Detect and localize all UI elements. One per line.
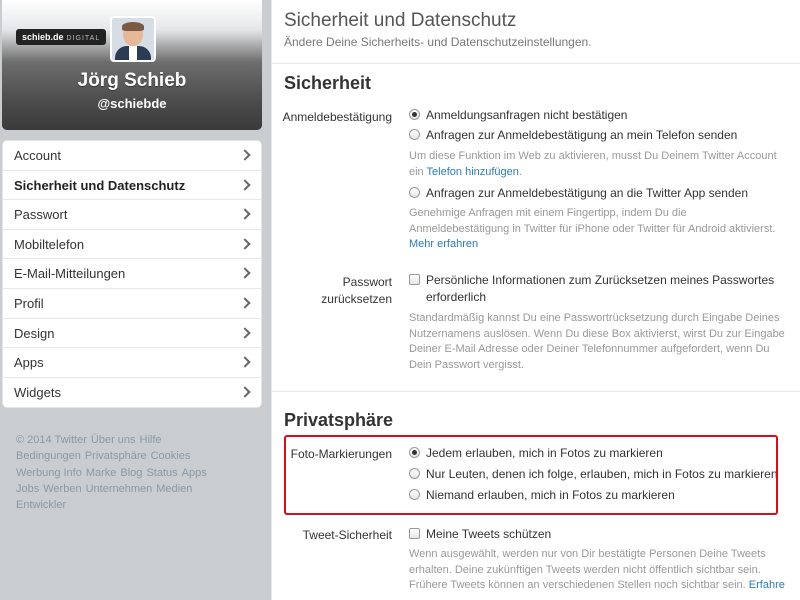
nav-item-widgets[interactable]: Widgets	[3, 378, 261, 408]
footer-link[interactable]: Apps	[182, 467, 207, 479]
profile-handle[interactable]: @schiebde	[2, 96, 262, 111]
settings-nav: Account Sicherheit und Datenschutz Passw…	[2, 140, 262, 409]
nav-item-apps[interactable]: Apps	[3, 348, 261, 378]
profile-name[interactable]: Jörg Schieb	[2, 70, 262, 92]
highlight-box	[284, 435, 778, 515]
profile-card[interactable]: schieb.de DIGITAL Jörg Schieb @schiebde	[2, 0, 262, 130]
footer-link[interactable]: Werbung Info	[16, 467, 82, 479]
section-title-privacy: Privatsphäre	[284, 410, 394, 430]
password-reset-label: Passwort zurücksetzen	[321, 275, 392, 306]
login-option-none[interactable]: Anmeldungsanfragen nicht bestätigen	[409, 107, 627, 124]
login-option-app-help: Genehmige Anfragen mit einem Fingertipp,…	[409, 207, 776, 250]
checkbox-icon[interactable]	[409, 274, 420, 285]
footer-link[interactable]: Hilfe	[140, 434, 162, 446]
chevron-right-icon	[239, 297, 251, 309]
chevron-right-icon	[239, 267, 251, 280]
chevron-right-icon	[239, 386, 251, 398]
footer-link[interactable]: Jobs	[16, 483, 39, 495]
login-option-phone[interactable]: Anfragen zur Anmeldebestätigung an mein …	[409, 127, 737, 144]
login-option-phone-help: Um diese Funktion im Web zu aktivieren, …	[409, 150, 777, 178]
nav-item-security-privacy[interactable]: Sicherheit und Datenschutz	[3, 171, 261, 201]
protect-tweets-option[interactable]: Meine Tweets schützen	[409, 526, 551, 543]
login-option-app[interactable]: Anfragen zur Anmeldebestätigung an die T…	[409, 185, 748, 202]
footer-links: © 2014 Twitter Über uns Hilfe Bedingungen P…	[16, 432, 246, 513]
footer-link[interactable]: Bedingungen	[16, 450, 81, 462]
protect-tweets-help: Wenn ausgewählt, werden nur von Dir best…	[409, 548, 785, 591]
chevron-right-icon	[239, 208, 251, 220]
footer-link[interactable]: © 2014 Twitter	[16, 434, 87, 446]
password-reset-help: Standardmäßig kannst Du eine Passwortrüc…	[409, 312, 785, 371]
add-phone-link[interactable]: Telefon hinzufügen	[427, 166, 519, 178]
footer-link[interactable]: Status	[146, 467, 177, 479]
password-reset-option[interactable]: Persönliche Informationen zum Zurücksetz…	[409, 272, 774, 306]
footer-link[interactable]: Cookies	[151, 450, 191, 462]
section-title-security: Sicherheit	[284, 73, 372, 93]
footer-link[interactable]: Medien	[156, 483, 192, 495]
footer-link[interactable]: Werben	[43, 483, 81, 495]
tweet-privacy-label: Tweet-Sicherheit	[302, 528, 392, 542]
banner-logo: schieb.de DIGITAL	[16, 29, 107, 45]
footer-link[interactable]: Über uns	[91, 434, 136, 446]
chevron-right-icon	[239, 356, 251, 368]
chevron-right-icon	[239, 326, 251, 339]
footer-link[interactable]: Marke	[86, 467, 117, 479]
nav-item-design[interactable]: Design	[3, 319, 261, 349]
footer-link[interactable]: Entwickler	[16, 499, 66, 511]
chevron-right-icon	[239, 238, 251, 250]
chevron-right-icon	[239, 178, 251, 191]
nav-item-account[interactable]: Account	[3, 141, 261, 171]
nav-item-password[interactable]: Passwort	[3, 200, 261, 230]
radio-icon[interactable]	[409, 129, 420, 140]
learn-more-link[interactable]: Erfahre	[749, 579, 785, 591]
checkbox-icon[interactable]	[409, 528, 420, 539]
radio-selected-icon[interactable]	[409, 109, 420, 120]
learn-more-link[interactable]: Mehr erfahren	[409, 238, 478, 250]
nav-item-mobile[interactable]: Mobiltelefon	[3, 230, 261, 260]
footer-link[interactable]: Unternehmen	[86, 483, 153, 495]
footer-link[interactable]: Blog	[120, 467, 142, 479]
page-title: Sicherheit und Datenschutz	[284, 10, 517, 31]
settings-header: Sicherheit und Datenschutz Ändere Deine …	[272, 0, 800, 64]
radio-icon[interactable]	[409, 187, 420, 198]
footer-link[interactable]: Privatsphäre	[85, 450, 147, 462]
login-verification-label: Anmeldebestätigung	[282, 110, 392, 124]
nav-item-profile[interactable]: Profil	[3, 289, 261, 319]
avatar[interactable]	[110, 16, 156, 62]
nav-item-email[interactable]: E-Mail-Mitteilungen	[3, 259, 261, 289]
page-subtitle: Ändere Deine Sicherheits- und Datenschut…	[284, 35, 592, 49]
chevron-right-icon	[239, 149, 251, 161]
section-divider	[272, 391, 800, 392]
